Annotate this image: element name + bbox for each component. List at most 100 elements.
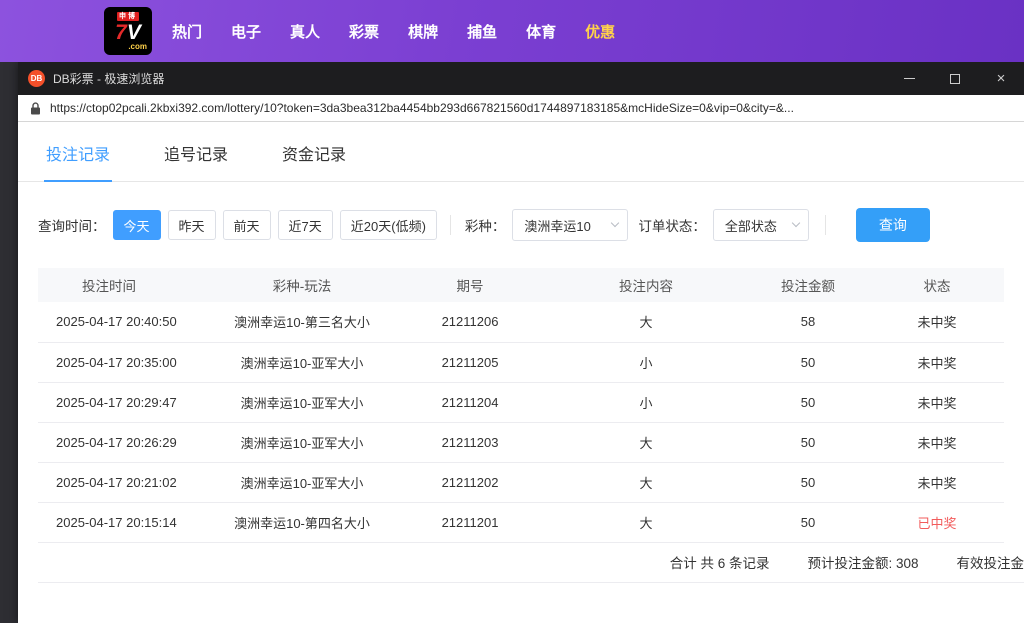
col-header-play: 彩种-玩法 <box>210 268 394 302</box>
lottery-select-value: 澳洲幸运10 <box>524 218 591 234</box>
site-favicon-icon: DB <box>28 70 45 87</box>
bet-issue: 21211206 <box>394 302 546 343</box>
time-filter-label: 查询时间： <box>38 219 106 234</box>
url-text: https://ctop02pcali.2kbxi392.com/lottery… <box>50 101 794 115</box>
bet-content: 小 <box>546 382 746 423</box>
browser-window: DB DB彩票 - 极速浏览器 × https://ctop02pcali.2k… <box>18 62 1024 623</box>
order-status-value: 全部状态 <box>724 218 777 234</box>
table-row: 2025-04-17 20:21:02 澳洲幸运10-亚军大小 21211202… <box>38 462 1004 503</box>
bet-records-table: 投注时间 彩种-玩法 期号 投注内容 投注金额 状态 2025-04-17 20… <box>38 268 1004 543</box>
bet-time: 2025-04-17 20:40:50 <box>38 302 210 343</box>
bet-content: 小 <box>546 342 746 383</box>
lottery-select[interactable]: 澳洲幸运10 <box>512 209 629 241</box>
record-tabs: 投注记录 追号记录 资金记录 <box>18 124 1024 182</box>
maximize-icon <box>950 73 960 84</box>
time-filter-daybefore[interactable]: 前天 <box>222 210 271 240</box>
tab-chase-records[interactable]: 追号记录 <box>162 124 230 181</box>
bet-issue: 21211204 <box>394 382 546 423</box>
table-row: 2025-04-17 20:26:29 澳洲幸运10-亚军大小 21211203… <box>38 422 1004 463</box>
window-titlebar: DB DB彩票 - 极速浏览器 × <box>18 62 1024 95</box>
bet-play: 澳洲幸运10-亚军大小 <box>210 462 394 503</box>
bet-amount: 50 <box>746 382 870 423</box>
bet-time: 2025-04-17 20:21:02 <box>38 462 210 503</box>
top-nav-menu: 热门 电子 真人 彩票 棋牌 捕鱼 体育 优惠 <box>172 21 615 42</box>
col-header-content: 投注内容 <box>546 268 746 302</box>
window-title: DB彩票 - 极速浏览器 <box>53 72 165 86</box>
bet-status: 未中奖 <box>870 462 1004 503</box>
bet-time: 2025-04-17 20:29:47 <box>38 382 210 423</box>
bet-play: 澳洲幸运10-亚军大小 <box>210 422 394 463</box>
bet-issue: 21211201 <box>394 502 546 543</box>
table-summary: 合计 共 6 条记录 预计投注金额: 308 有效投注金 <box>38 543 1024 583</box>
site-logo[interactable]: 申博 7V .com <box>104 7 152 55</box>
col-header-status: 状态 <box>870 268 1004 302</box>
nav-item-sports[interactable]: 体育 <box>526 21 556 42</box>
bet-play: 澳洲幸运10-第四名大小 <box>210 502 394 543</box>
bet-amount: 50 <box>746 462 870 503</box>
minimize-icon <box>903 78 915 79</box>
table-header-row: 投注时间 彩种-玩法 期号 投注内容 投注金额 状态 <box>38 268 1004 302</box>
bet-amount: 50 <box>746 502 870 543</box>
bet-play: 澳洲幸运10-第三名大小 <box>210 302 394 343</box>
bet-content: 大 <box>546 422 746 463</box>
nav-item-chess[interactable]: 棋牌 <box>408 21 438 42</box>
bet-time: 2025-04-17 20:15:14 <box>38 502 210 543</box>
bet-issue: 21211202 <box>394 462 546 503</box>
filter-bar: 查询时间： 今天 昨天 前天 近7天 近20天(低频) 彩种： 澳洲幸运10 订… <box>18 208 1024 242</box>
close-icon: × <box>996 70 1006 87</box>
lock-icon <box>31 101 40 114</box>
time-filter-yesterday[interactable]: 昨天 <box>167 210 216 240</box>
logo-main: 7V <box>115 20 141 44</box>
bet-play: 澳洲幸运10-亚军大小 <box>210 382 394 423</box>
order-status-select[interactable]: 全部状态 <box>712 209 809 241</box>
filter-divider <box>449 215 451 235</box>
bet-amount: 50 <box>746 342 870 383</box>
bet-issue: 21211205 <box>394 342 546 383</box>
nav-item-lottery[interactable]: 彩票 <box>349 21 379 42</box>
nav-item-promo[interactable]: 优惠 <box>585 21 615 42</box>
nav-item-fishing[interactable]: 捕鱼 <box>467 21 497 42</box>
close-button[interactable]: × <box>978 62 1024 95</box>
logo-badge: 申博 <box>117 11 139 21</box>
tab-fund-records[interactable]: 资金记录 <box>280 124 348 181</box>
bet-status: 未中奖 <box>870 422 1004 463</box>
bet-time: 2025-04-17 20:26:29 <box>38 422 210 463</box>
nav-item-electronic[interactable]: 电子 <box>231 21 261 42</box>
lottery-filter-label: 彩种： <box>464 219 506 234</box>
logo-suffix: .com <box>128 41 147 51</box>
time-filter-7days[interactable]: 近7天 <box>277 210 333 240</box>
col-header-bet-time: 投注时间 <box>38 268 210 302</box>
bet-status: 未中奖 <box>870 342 1004 383</box>
col-header-issue: 期号 <box>394 268 546 302</box>
minimize-button[interactable] <box>886 62 932 95</box>
bet-play: 澳洲幸运10-亚军大小 <box>210 342 394 383</box>
maximize-button[interactable] <box>932 62 978 95</box>
chevron-down-icon <box>611 218 620 228</box>
col-header-amount: 投注金额 <box>746 268 870 302</box>
address-bar[interactable]: https://ctop02pcali.2kbxi392.com/lottery… <box>18 95 1024 122</box>
bet-status: 已中奖 <box>870 502 1004 543</box>
time-filter-20days[interactable]: 近20天(低频) <box>339 210 437 240</box>
bet-amount: 58 <box>746 302 870 343</box>
search-button[interactable]: 查询 <box>855 208 930 242</box>
chevron-down-icon <box>791 218 801 228</box>
table-row: 2025-04-17 20:15:14 澳洲幸运10-第四名大小 2121120… <box>38 502 1004 543</box>
tab-bet-records[interactable]: 投注记录 <box>44 124 113 182</box>
top-nav: 申博 7V .com 热门 电子 真人 彩票 棋牌 捕鱼 体育 优惠 <box>0 0 1024 62</box>
bet-content: 大 <box>546 302 746 343</box>
bet-content: 大 <box>546 502 746 543</box>
bet-content: 大 <box>546 462 746 503</box>
table-row: 2025-04-17 20:35:00 澳洲幸运10-亚军大小 21211205… <box>38 342 1004 383</box>
bet-issue: 21211203 <box>394 422 546 463</box>
nav-item-hot[interactable]: 热门 <box>172 21 202 42</box>
table-row: 2025-04-17 20:29:47 澳洲幸运10-亚军大小 21211204… <box>38 382 1004 423</box>
filter-divider <box>824 215 826 235</box>
summary-total: 合计 共 6 条记录 <box>669 556 770 571</box>
bet-amount: 50 <box>746 422 870 463</box>
bet-status: 未中奖 <box>870 302 1004 343</box>
time-filter-today[interactable]: 今天 <box>112 210 161 240</box>
nav-item-live[interactable]: 真人 <box>290 21 320 42</box>
bet-status: 未中奖 <box>870 382 1004 423</box>
status-filter-label: 订单状态： <box>638 219 706 234</box>
summary-expected-amount: 预计投注金额: 308 <box>807 556 919 571</box>
